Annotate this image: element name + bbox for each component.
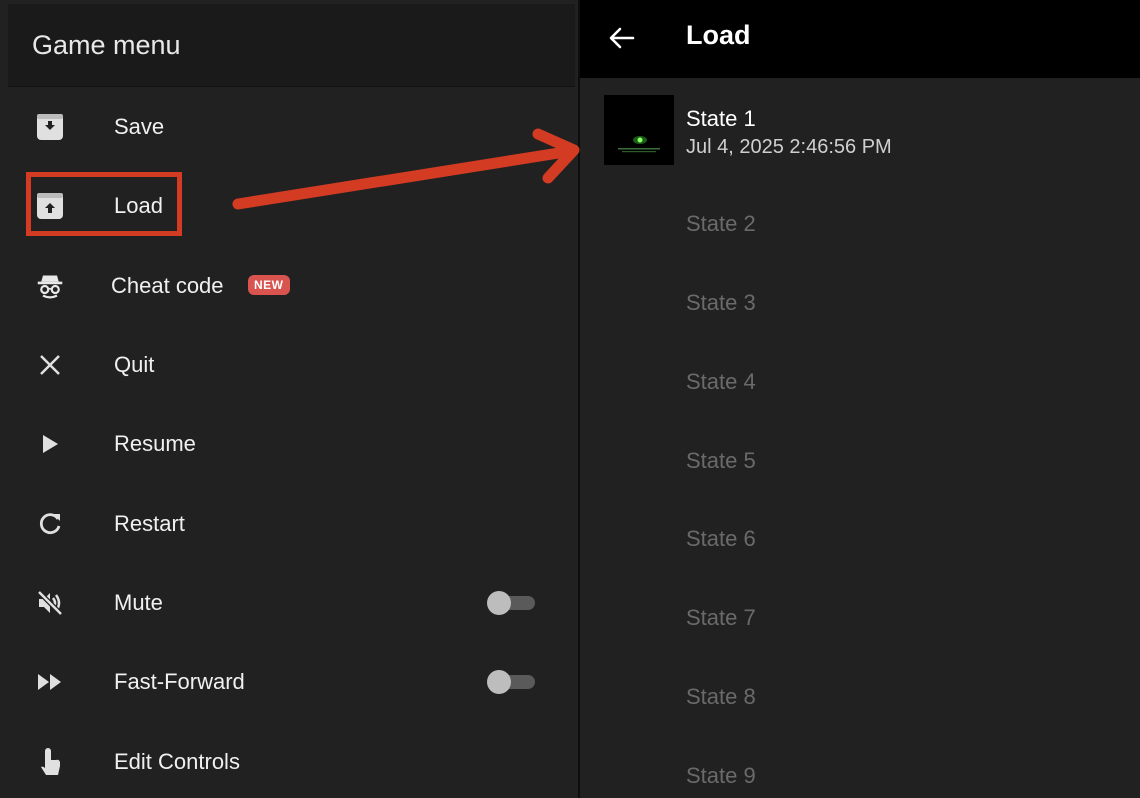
menu-item-label: Fast-Forward [114,669,245,694]
state-row-6[interactable]: State 6 [580,500,1140,579]
state-thumbnail [604,95,674,165]
toggle-knob [487,670,511,694]
state-label: State 6 [686,526,756,551]
menu-item-edit-controls[interactable]: Edit Controls [8,722,575,798]
menu-item-label: Mute [114,590,163,615]
toggle-knob [487,591,511,615]
menu-item-fast-forward[interactable]: Fast-Forward [8,642,575,721]
menu-item-save[interactable]: Save [8,87,575,166]
muted-speaker-icon [36,563,64,642]
state-row-8[interactable]: State 8 [580,658,1140,737]
menu-item-restart[interactable]: Restart [8,484,575,563]
state-label: State 9 [686,763,756,788]
state-label: State 3 [686,290,756,315]
state-label: State 8 [686,684,756,709]
menu-item-label: Cheat code [111,273,224,298]
state-row-2[interactable]: State 2 [580,185,1140,264]
back-arrow-icon[interactable] [602,18,642,58]
close-icon [36,325,64,404]
fast-forward-icon [36,642,64,721]
mute-toggle[interactable] [487,591,535,615]
state-row-5[interactable]: State 5 [580,422,1140,501]
state-row-7[interactable]: State 7 [580,579,1140,658]
menu-item-mute[interactable]: Mute [8,563,575,642]
game-menu-title: Game menu [32,30,181,60]
menu-item-label: Edit Controls [114,749,240,774]
menu-item-label: Quit [114,352,155,377]
state-label: State 5 [686,448,756,473]
load-header: Load [580,0,1140,78]
menu-item-cheat-code[interactable]: Cheat code NEW [8,246,575,325]
state-row-1[interactable]: State 1 Jul 4, 2025 2:46:56 PM [580,78,1140,178]
refresh-icon [36,484,64,563]
game-menu-header: Game menu [8,4,575,87]
state-label: State 4 [686,369,756,394]
menu-item-quit[interactable]: Quit [8,325,575,404]
play-icon [36,404,64,483]
spy-icon [36,246,64,325]
touch-icon [36,722,64,798]
state-label: State 7 [686,605,756,630]
game-menu-panel: Game menu Save Load Cheat code NEW Quit … [0,0,578,798]
state-label: State 1 [686,106,756,131]
state-row-3[interactable]: State 3 [580,264,1140,343]
state-label: State 2 [686,211,756,236]
save-icon [36,87,64,166]
state-row-9[interactable]: State 9 [580,737,1140,798]
state-timestamp: Jul 4, 2025 2:46:56 PM [686,136,892,158]
menu-item-label: Restart [114,511,185,536]
menu-item-resume[interactable]: Resume [8,404,575,483]
new-badge: NEW [248,275,290,295]
fast-forward-toggle[interactable] [487,670,535,694]
menu-item-label: Save [114,114,165,139]
load-highlight-box [26,172,182,236]
load-title: Load [686,20,751,50]
menu-item-label: Resume [114,431,196,456]
state-row-4[interactable]: State 4 [580,343,1140,422]
load-panel: Load State 1 Jul 4, 2025 2:46:56 PM Stat… [580,0,1140,798]
